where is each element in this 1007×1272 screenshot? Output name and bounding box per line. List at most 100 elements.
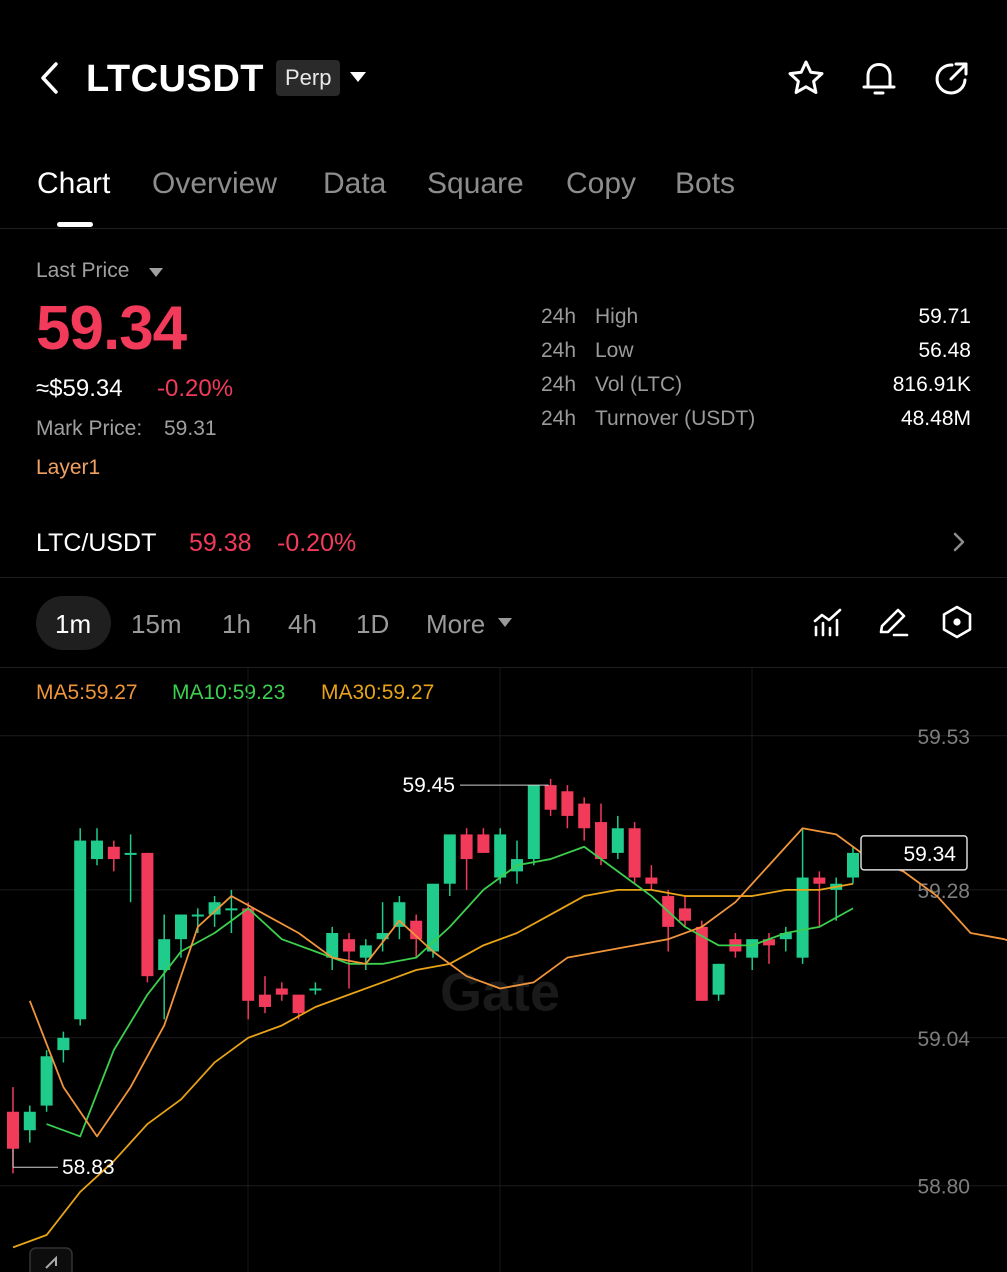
stat-value: 59.71 xyxy=(918,305,971,328)
stat-value: 48.48M xyxy=(900,407,971,430)
star-icon[interactable] xyxy=(786,58,826,98)
candle-body xyxy=(847,852,859,878)
stat-prefix: 24h xyxy=(541,305,577,328)
mark-price-label: Mark Price: xyxy=(36,417,143,440)
last-price: 59.34 xyxy=(36,294,187,363)
bell-icon[interactable] xyxy=(859,58,899,98)
candle-body xyxy=(141,852,154,977)
price-change-percent: -0.20% xyxy=(157,375,234,402)
candle-body xyxy=(746,939,759,958)
candle-body xyxy=(343,939,355,952)
candle-body xyxy=(191,914,204,917)
candle-body xyxy=(460,834,473,860)
price-type-caret-icon[interactable] xyxy=(149,268,163,277)
candle-body xyxy=(309,988,322,991)
candle-body xyxy=(124,852,137,855)
interval-1m[interactable]: 1m xyxy=(55,608,91,640)
candlestick-chart[interactable]: 59.53 59.28 59.04 58.80 Gate 59.45 58.83 59.34 xyxy=(0,668,1007,1272)
candle-body xyxy=(40,1056,53,1106)
stat-prefix: 24h xyxy=(541,407,577,430)
expand-chart-button[interactable] xyxy=(29,1247,73,1272)
interval-15m[interactable]: 15m xyxy=(131,608,182,640)
stat-name: Turnover (USDT) xyxy=(595,407,756,430)
interval-1d[interactable]: 1D xyxy=(356,608,389,640)
stat-24h-high: 24h High 59.71 xyxy=(541,302,971,332)
candle-body xyxy=(23,1111,36,1131)
candle-body xyxy=(628,828,641,878)
mark-price-value: 59.31 xyxy=(164,417,217,440)
stat-name: Vol (LTC) xyxy=(595,373,683,396)
candle-body xyxy=(275,988,288,995)
y-axis-tick-label: 58.80 xyxy=(917,1176,970,1199)
candle-body xyxy=(91,840,103,860)
candle-body xyxy=(527,785,540,860)
indicator-icon[interactable] xyxy=(810,604,846,640)
usd-equivalent: ≈$59.34 xyxy=(36,375,123,402)
spot-pair-link[interactable]: LTC/USDT xyxy=(36,528,156,558)
candle-body xyxy=(578,803,591,829)
candle-body xyxy=(242,908,255,1001)
candle-body xyxy=(611,828,624,853)
low-marker-label: 58.83 xyxy=(62,1156,115,1179)
candle-body xyxy=(595,822,607,860)
symbol-title[interactable]: LTCUSDT xyxy=(86,56,264,102)
candle-body xyxy=(225,908,238,911)
tab-data[interactable]: Data xyxy=(323,164,386,204)
candle-body xyxy=(679,908,691,921)
candle-body xyxy=(393,902,406,927)
candle-body xyxy=(57,1037,70,1051)
candle-body xyxy=(74,840,87,1020)
candle-body xyxy=(477,834,490,853)
current-price-label: 59.34 xyxy=(903,843,956,866)
interval-more[interactable]: More xyxy=(426,608,485,640)
interval-1h[interactable]: 1h xyxy=(222,608,251,640)
stat-prefix: 24h xyxy=(541,339,577,362)
category-tag[interactable]: Layer1 xyxy=(36,455,100,481)
y-axis-tick-label: 59.04 xyxy=(917,1028,970,1051)
tab-overview[interactable]: Overview xyxy=(152,164,277,204)
spot-price: 59.38 xyxy=(189,529,252,557)
tabs-divider xyxy=(0,228,1007,229)
stat-prefix: 24h xyxy=(541,373,577,396)
candle-body xyxy=(107,846,120,860)
stat-24h-volume: 24h Vol (LTC) 816.91K xyxy=(541,370,971,400)
candle-body xyxy=(292,994,305,1014)
y-axis-tick-label: 59.28 xyxy=(917,880,970,903)
stat-value: 816.91K xyxy=(892,373,971,396)
candle-body xyxy=(813,877,826,884)
high-marker-label: 59.45 xyxy=(402,774,455,797)
watermark-logo: Gate xyxy=(440,962,560,1022)
candle-body xyxy=(443,834,456,884)
draw-icon[interactable] xyxy=(875,604,911,640)
tab-bots[interactable]: Bots xyxy=(675,164,735,204)
tab-square[interactable]: Square xyxy=(427,164,524,204)
candle-body xyxy=(175,914,187,940)
stat-name: Low xyxy=(595,339,634,362)
contract-type-badge[interactable]: Perp xyxy=(276,60,341,96)
stat-24h-low: 24h Low 56.48 xyxy=(541,336,971,366)
tab-copy[interactable]: Copy xyxy=(566,164,636,204)
candle-body xyxy=(7,1111,19,1149)
chevron-right-icon[interactable] xyxy=(948,528,970,556)
candle-body xyxy=(712,963,725,995)
candle-body xyxy=(561,791,574,816)
stat-24h-turnover: 24h Turnover (USDT) 48.48M xyxy=(541,404,971,434)
stat-name: High xyxy=(595,305,639,328)
candle-body xyxy=(158,939,171,970)
more-caret-icon[interactable] xyxy=(498,618,512,627)
symbol-dropdown-caret-icon[interactable] xyxy=(350,72,366,82)
back-icon[interactable] xyxy=(34,58,66,98)
active-tab-indicator xyxy=(57,222,93,227)
stat-value: 56.48 xyxy=(918,339,971,362)
last-price-label[interactable]: Last Price xyxy=(36,258,129,284)
candle-body xyxy=(359,945,372,958)
candle-body xyxy=(494,834,507,878)
share-icon[interactable] xyxy=(932,58,972,98)
spot-change: -0.20% xyxy=(277,529,357,557)
interval-4h[interactable]: 4h xyxy=(288,608,317,640)
candle-body xyxy=(259,994,271,1007)
settings-hexagon-icon[interactable] xyxy=(939,604,975,640)
tab-chart[interactable]: Chart xyxy=(37,164,110,204)
y-axis-tick-label: 59.53 xyxy=(917,726,970,749)
spot-divider xyxy=(0,577,1007,578)
